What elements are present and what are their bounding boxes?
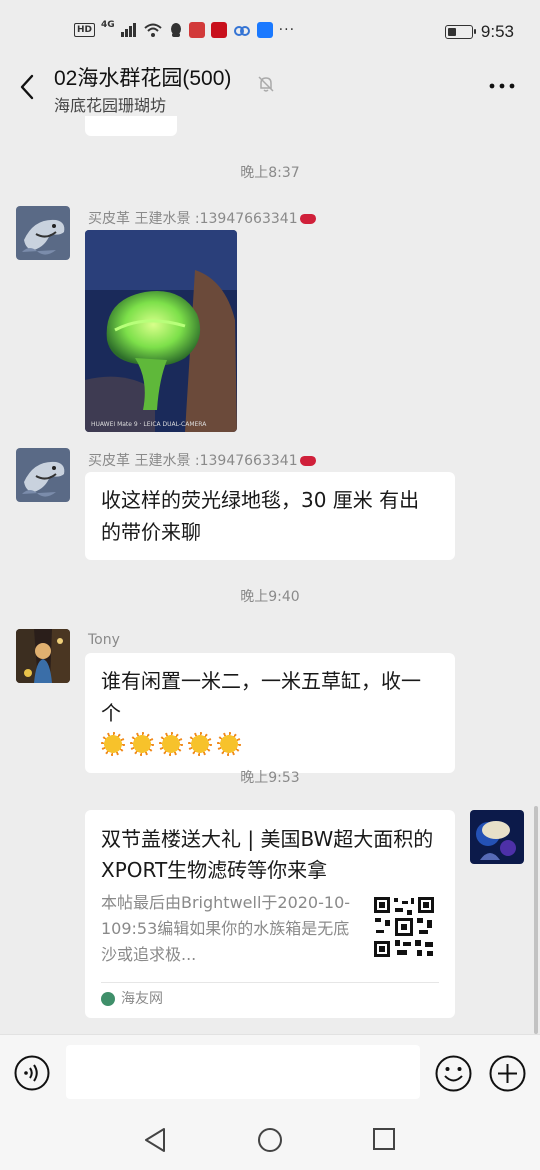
sender-name: 买皮革 王建水景 :13947663341 [88, 450, 316, 470]
back-button[interactable] [14, 70, 42, 104]
wifi-icon [144, 23, 162, 37]
coral-photo [85, 230, 237, 432]
shark-avatar-image [16, 448, 70, 502]
sun-emoji [130, 732, 154, 756]
timestamp: 晚上8:37 [240, 165, 300, 181]
qr-code-icon [373, 896, 435, 958]
chevron-left-icon [20, 74, 34, 100]
avatar[interactable] [16, 629, 70, 683]
link-title: 双节盖楼送大礼 | 美国BW超大面积的XPORT生物滤砖等你来拿 [101, 827, 434, 882]
voice-button[interactable] [14, 1055, 50, 1091]
kiss-mark-icon [299, 214, 316, 224]
more-functions-button[interactable] [489, 1055, 526, 1092]
scrollbar[interactable] [534, 806, 538, 1034]
hd-indicator: HD [74, 23, 96, 37]
sun-emoji [101, 732, 125, 756]
sender-name: Tony [88, 632, 120, 648]
link-description: 本帖最后由Brightwell于2020-10-109:53编辑如果你的水族箱是… [101, 893, 351, 964]
bell-off-icon [258, 76, 274, 92]
status-bar: HD 4G ··· 9:53 [0, 0, 540, 60]
timestamp: 晚上9:53 [240, 770, 300, 786]
sun-emoji [217, 732, 241, 756]
system-nav-bar [0, 1112, 540, 1170]
message-text: 谁有闲置一米二，一米五草缸，收一个 [101, 669, 421, 725]
kiss-mark-icon [299, 456, 316, 466]
more-options-button[interactable] [488, 76, 516, 96]
timestamp: 晚上9:40 [240, 589, 300, 605]
tony-avatar-image [16, 629, 70, 683]
app-notification-icon [188, 22, 205, 38]
chat-header: 02海水群花园(500) 海底花园珊瑚坊 [0, 60, 540, 116]
avatar[interactable] [16, 206, 70, 260]
photo-watermark: HUAWEI Mate 9 · LEICA DUAL-CAMERA [91, 421, 207, 428]
more-horizontal-icon [489, 83, 515, 89]
source-name: 海友网 [121, 991, 163, 1007]
sun-emoji [159, 732, 183, 756]
source-logo-icon [101, 992, 115, 1006]
sender-name: 买皮革 王建水景 :13947663341 [88, 208, 316, 228]
baidu-cloud-icon [233, 26, 250, 36]
message-image[interactable]: HUAWEI Mate 9 · LEICA DUAL-CAMERA [85, 230, 237, 432]
alipay-icon [256, 22, 273, 38]
signal-icon [120, 23, 137, 37]
message-bubble[interactable]: 收这样的荧光绿地毯，30 厘米 有出的带价来聊 [85, 472, 455, 560]
message-bubble[interactable]: 谁有闲置一米二，一米五草缸，收一个 [85, 653, 455, 773]
previous-message-bubble[interactable] [85, 116, 177, 136]
chat-history[interactable]: 晚上8:37 买皮革 王建水景 :13947663341 HUAWEI Mate… [0, 116, 540, 1034]
link-source: 海友网 [101, 988, 163, 1010]
message-input[interactable] [66, 1045, 420, 1099]
qq-icon [170, 23, 181, 37]
voice-icon [14, 1055, 50, 1091]
battery-level [447, 28, 456, 36]
divider [101, 982, 439, 983]
input-bar [0, 1034, 540, 1112]
avatar[interactable] [16, 448, 70, 502]
app-notification-icon [210, 22, 227, 38]
self-avatar[interactable] [470, 810, 524, 864]
emoji-row [101, 732, 246, 757]
status-icons-left: HD 4G ··· [74, 20, 296, 38]
clock: 9:53 [480, 22, 514, 41]
chat-subtitle: 海底花园珊瑚坊 [54, 96, 167, 115]
user-avatar-image [470, 810, 524, 864]
shark-avatar-image [16, 206, 70, 260]
emoji-button[interactable] [435, 1055, 472, 1092]
triangle-back-icon[interactable] [142, 1126, 168, 1154]
network-type: 4G [101, 20, 115, 30]
more-notifications-icon: ··· [278, 22, 296, 38]
status-icons-right: 9:53 [444, 22, 514, 42]
smiley-icon [435, 1055, 472, 1092]
sun-emoji [188, 732, 212, 756]
battery-icon [444, 25, 476, 39]
square-recents-icon[interactable] [372, 1127, 396, 1151]
circle-home-icon[interactable] [257, 1127, 283, 1153]
chat-title: 02海水群花园(500) [54, 67, 232, 90]
plus-circle-icon [489, 1055, 526, 1092]
link-card[interactable]: 双节盖楼送大礼 | 美国BW超大面积的XPORT生物滤砖等你来拿 本帖最后由Br… [85, 810, 455, 1018]
